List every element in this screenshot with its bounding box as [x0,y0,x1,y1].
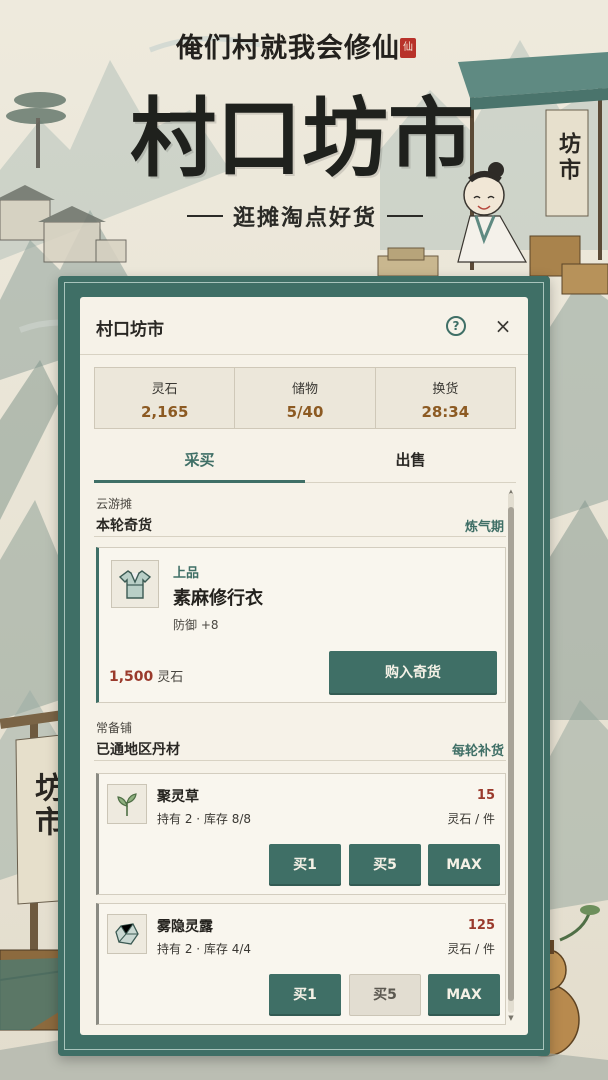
stat-storage: 储物 5/40 [235,368,376,428]
buy-5-button[interactable]: 买5 [349,844,421,886]
robe-icon [111,560,159,608]
item-stat: 防御 +8 [173,618,219,632]
goods-name: 雾隐灵露 [157,919,213,935]
buy-5-button-disabled[interactable]: 买5 [349,974,421,1016]
panel-title: 村口坊市 [96,320,164,340]
section-kicker: 云游摊 [96,497,133,511]
featured-item-card: 上品 素麻修行衣 防御 +8 1,500 灵石 购入奇货 [96,547,506,703]
buy-rare-button[interactable]: 购入奇货 [329,651,497,695]
stall-banner-text-right: 坊市 [555,132,581,184]
goods-meta: 持有 2 · 库存 8/8 [157,812,252,826]
buy-max-button[interactable]: MAX [428,974,500,1016]
market-panel: 村口坊市 ? × 灵石 2,165 储物 5/40 换货 28:34 采买 出售… [80,297,528,1035]
stat-label: 灵石 [151,382,178,397]
goods-meta: 持有 2 · 库存 4/4 [157,942,252,956]
regular-section-header: 常备铺 已通地区丹材 每轮补货 [94,711,506,761]
buy-max-button[interactable]: MAX [428,844,500,886]
subtitle: 逛摊淘点好货 [232,205,377,231]
scrollbar-thumb[interactable] [508,507,514,1001]
stat-value: 2,165 [140,403,189,421]
stat-spirit-stones: 灵石 2,165 [95,368,236,428]
goods-list[interactable]: 云游摊 本轮奇货 炼气期 上品 素麻修行衣 防御 +8 1,500 灵石 购入奇货… [94,487,506,1035]
subtitle-rule-left [186,215,223,217]
stat-restock-timer: 换货 28:34 [376,368,515,428]
subtitle-row: 逛摊淘点好货 [166,198,444,234]
tab-buy[interactable]: 采买 [94,443,305,483]
game-title: 俺们村就我会修仙 [176,33,400,64]
crystal-icon [107,914,147,954]
featured-section-header: 云游摊 本轮奇货 炼气期 [94,487,506,537]
scrollbar-track[interactable] [508,493,514,1013]
tab-sell[interactable]: 出售 [305,443,516,482]
item-price: 1,500 灵石 [109,666,183,685]
buy-1-button[interactable]: 买1 [269,974,341,1016]
subtitle-rule-right [387,215,423,217]
section-kicker: 常备铺 [96,721,133,735]
goods-price: 125 [467,918,495,933]
panel-header: 村口坊市 ? × [80,297,528,355]
stat-label: 换货 [432,382,459,397]
goods-card: 雾隐灵露 持有 2 · 库存 4/4 125 灵石 / 件 买1 买5 MAX [96,903,506,1025]
price-unit: 灵石 [157,670,184,685]
goods-price-unit: 灵石 / 件 [447,942,495,956]
item-quality: 上品 [173,566,200,581]
stats-bar: 灵石 2,165 储物 5/40 换货 28:34 [94,367,516,429]
goods-price: 15 [476,788,495,803]
goods-card: 聚灵草 持有 2 · 库存 8/8 15 灵石 / 件 买1 买5 MAX [96,773,506,895]
goods-price-unit: 灵石 / 件 [447,812,495,826]
hero-title: 村口坊市 [130,88,474,189]
restock-tag: 每轮补货 [451,744,504,759]
seal-stamp: 仙 [400,38,416,58]
close-icon[interactable]: × [490,313,516,339]
price-amount: 1,500 [109,669,154,685]
stat-value: 5/40 [286,403,324,421]
section-title: 本轮奇货 [96,518,152,534]
stat-label: 储物 [291,382,318,397]
herb-icon [107,784,147,824]
tab-bar: 采买 出售 [94,443,516,483]
help-icon[interactable]: ? [446,316,466,336]
realm-tag: 炼气期 [464,520,504,535]
buy-1-button[interactable]: 买1 [269,844,341,886]
scroll-down-arrow[interactable]: ▼ [507,1015,515,1022]
section-title: 已通地区丹材 [96,742,180,758]
goods-name: 聚灵草 [157,789,199,805]
item-name: 素麻修行衣 [173,588,263,609]
stat-value: 28:34 [421,403,470,421]
